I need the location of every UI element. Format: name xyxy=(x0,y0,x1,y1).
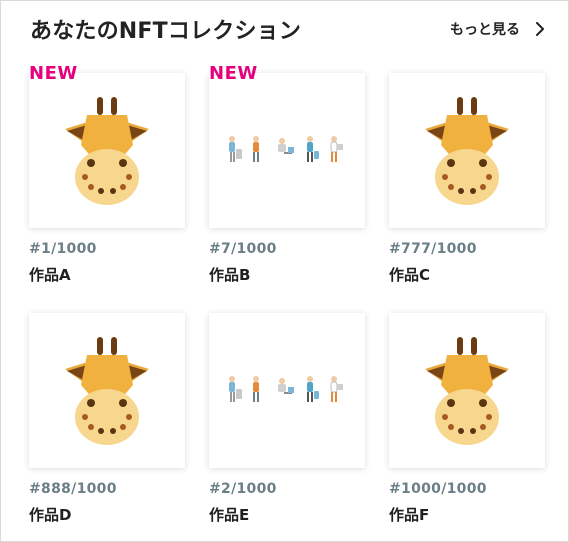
nft-name[interactable]: 作品F xyxy=(389,504,429,525)
new-badge: NEW xyxy=(29,63,78,84)
nft-name[interactable]: 作品E xyxy=(209,504,249,525)
nft-name[interactable]: 作品A xyxy=(29,264,71,285)
giraffe-icon xyxy=(65,336,149,445)
nft-thumbnail[interactable] xyxy=(389,73,545,228)
edition-number: #7/1000 xyxy=(209,241,277,257)
edition-number: #777/1000 xyxy=(389,241,477,257)
giraffe-icon xyxy=(425,336,509,445)
nft-name[interactable]: 作品B xyxy=(209,264,250,285)
edition-number: #1000/1000 xyxy=(389,481,487,497)
see-more-link[interactable]: もっと見る xyxy=(450,19,546,39)
edition-number: #1/1000 xyxy=(29,241,97,257)
nft-thumbnail[interactable] xyxy=(209,313,365,468)
section-header: あなたのNFTコレクション もっと見る xyxy=(30,11,546,47)
new-badge: NEW xyxy=(209,63,258,84)
nft-thumbnail[interactable] xyxy=(389,313,545,468)
edition-number: #2/1000 xyxy=(209,481,277,497)
giraffe-icon xyxy=(425,96,509,205)
nft-name[interactable]: 作品C xyxy=(389,264,430,285)
nft-thumbnail[interactable] xyxy=(209,73,365,228)
nft-thumbnail[interactable] xyxy=(29,313,185,468)
giraffe-icon xyxy=(65,96,149,205)
edition-number: #888/1000 xyxy=(29,481,117,497)
nft-thumbnail[interactable] xyxy=(29,73,185,228)
nft-collection-panel: あなたのNFTコレクション もっと見る NEW #1/1000 作品A NEW … xyxy=(0,0,569,542)
people-illustration xyxy=(229,375,343,402)
nft-name[interactable]: 作品D xyxy=(29,504,71,525)
people-illustration xyxy=(229,135,343,162)
section-title: あなたのNFTコレクション xyxy=(30,19,302,44)
chevron-right-icon xyxy=(536,22,544,36)
see-more-label: もっと見る xyxy=(450,22,520,38)
